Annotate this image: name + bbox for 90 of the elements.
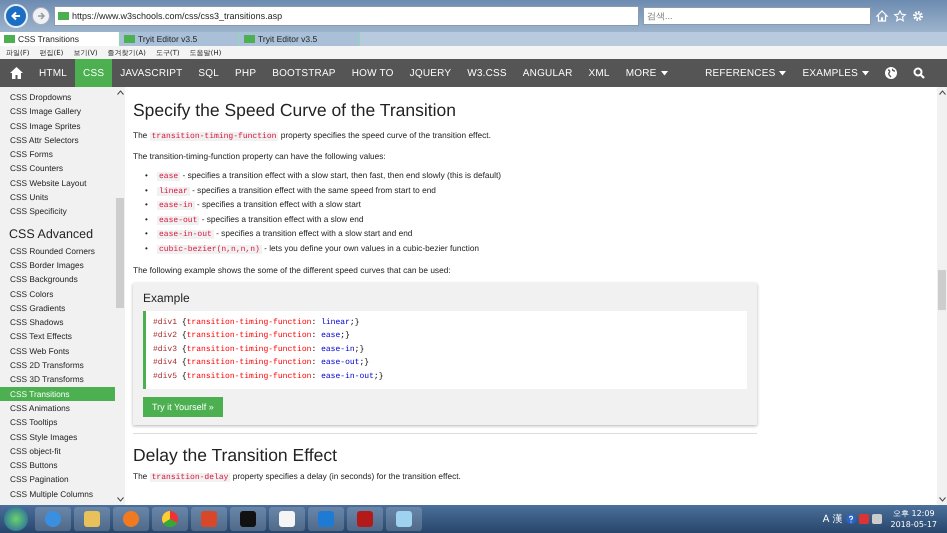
sidebar-link[interactable]: CSS Shadows	[0, 315, 115, 330]
site-icon	[244, 35, 255, 43]
sidebar-link[interactable]: CSS 3D Transforms	[0, 372, 115, 387]
nav-link[interactable]: HOW TO	[344, 59, 402, 87]
caret-icon	[660, 70, 668, 76]
nav-link[interactable]: SQL	[190, 59, 228, 87]
example-title: Example	[143, 290, 191, 305]
paragraph: The transition-timing-function property specifies the speed curve of the transition effect.	[133, 129, 492, 143]
scrollbar[interactable]	[937, 87, 947, 505]
browser-tab[interactable]: Tryit Editor v3.5	[120, 32, 240, 46]
nav-link[interactable]: JQUERY	[402, 59, 460, 87]
list-item: • linear - specifies a transition effect with the same speed from start to end	[145, 184, 437, 198]
star-icon[interactable]	[893, 10, 907, 22]
section-title: Specify the Speed Curve of the Transition	[133, 99, 457, 121]
caret-icon	[779, 70, 786, 76]
sidebar-link[interactable]: CSS Counters	[0, 161, 115, 176]
sidebar-link[interactable]: CSS Pagination	[0, 472, 115, 487]
nav-link[interactable]: REFERENCES	[697, 59, 794, 87]
code-line: #div3 {transition-timing-function: ease-in;}	[153, 344, 366, 356]
sidebar-link[interactable]: CSS Colors	[0, 286, 115, 301]
sidebar-link[interactable]: CSS Gradients	[0, 300, 115, 316]
sidebar-link[interactable]: CSS Rounded Corners	[0, 244, 115, 258]
section-title: Delay the Transition Effect	[133, 444, 338, 466]
browser-tab[interactable]: Tryit Editor v3.5	[240, 32, 360, 46]
home-icon[interactable]	[10, 67, 23, 79]
sidebar-link[interactable]: CSS Image Gallery	[0, 104, 115, 119]
sidebar-link[interactable]: CSS Text Effects	[0, 329, 115, 344]
sidebar-link[interactable]: CSS Animations	[0, 400, 115, 416]
clock[interactable]: 오후 12:09 2018-05-17	[884, 508, 943, 530]
sidebar-link[interactable]: CSS Backgrounds	[0, 272, 115, 287]
nav-link[interactable]: ANGULAR	[514, 59, 581, 87]
nav-link[interactable]: HTML	[31, 59, 76, 87]
list-item: • ease - specifies a transition effect with a slow start, then fast, then end slowly (this is default)	[145, 169, 502, 183]
sidebar-link[interactable]: CSS Specificity	[0, 204, 115, 219]
globe-icon[interactable]	[885, 67, 897, 79]
list-item: • cubic-bezier(n,n,n,n) - lets you define your own values in a cubic-bezier function	[145, 242, 480, 256]
list-item: • ease-in-out - specifies a transition effect with a slow start and end	[145, 227, 414, 242]
scrollbar-thumb[interactable]	[116, 198, 124, 308]
code-line: #div1 {transition-timing-function: linear;}	[153, 316, 360, 329]
list-item: • ease-in - specifies a transition effect with a slow start	[145, 198, 362, 212]
sidebar-link[interactable]: CSS Image Sprites	[0, 118, 115, 133]
address-field[interactable]: https://www.w3schools.com/css/css3_transitions.asp	[54, 6, 639, 26]
scrollbar-thumb[interactable]	[938, 270, 946, 310]
code-line: #div4 {transition-timing-function: ease-out;}	[153, 357, 370, 370]
forward-button[interactable]	[32, 7, 50, 25]
search-field[interactable]: 검색...	[643, 7, 871, 25]
nav-link[interactable]: BOOTSTRAP	[264, 59, 344, 87]
nav-link[interactable]: XML	[580, 59, 618, 87]
code-line: #div5 {transition-timing-function: ease-in-out;}	[153, 370, 384, 383]
site-icon	[4, 35, 15, 43]
search-icon[interactable]	[913, 67, 925, 79]
nav-link[interactable]: MORE	[618, 59, 676, 87]
sidebar-link[interactable]: CSS Border Images	[0, 258, 115, 272]
nav-link[interactable]: EXAMPLES	[794, 59, 877, 87]
sidebar-link[interactable]: CSS Web Fonts	[0, 344, 115, 358]
back-button[interactable]	[4, 4, 28, 28]
list-item: • ease-out - specifies a transition effect with a slow end	[145, 212, 364, 227]
forward-arrow-icon	[36, 11, 46, 21]
sidebar-heading: CSS Advanced	[8, 226, 94, 243]
sidebar-link[interactable]: CSS object-fit	[0, 444, 115, 458]
clock-time: 오후 12:09	[892, 508, 935, 519]
clock-date: 2018-05-17	[890, 519, 937, 530]
help-icon[interactable]	[846, 514, 856, 524]
input-method-indicator[interactable]: 漢	[832, 512, 842, 526]
scrollbar[interactable]	[115, 87, 125, 505]
caret-icon	[862, 70, 869, 76]
sidebar-link[interactable]: CSS Attr Selectors	[0, 132, 115, 148]
settings-icon[interactable]	[911, 10, 925, 22]
sidebar-link[interactable]: CSS Units	[0, 190, 115, 204]
nav-link[interactable]: JAVASCRIPT	[112, 59, 190, 87]
back-arrow-icon	[10, 10, 22, 22]
site-icon	[124, 35, 135, 43]
browser-tab[interactable]: CSS Transitions	[0, 32, 120, 46]
sidebar-link[interactable]: CSS Dropdowns	[0, 90, 115, 104]
sidebar-link[interactable]: CSS Multiple Columns	[0, 486, 115, 502]
nav-link[interactable]: PHP	[227, 59, 264, 87]
code-line: #div2 {transition-timing-function: ease;}	[153, 330, 351, 342]
start-button[interactable]	[4, 507, 28, 531]
paragraph: The following example shows the some of the different speed curves that can be used:	[133, 264, 452, 276]
sidebar-link[interactable]: CSS Tooltips	[0, 415, 115, 430]
paragraph: The transition-delay property specifies a delay (in seconds) for the transition effect.	[133, 470, 462, 484]
sidebar-link[interactable]: CSS 2D Transforms	[0, 358, 115, 372]
paragraph: The transition-timing-function property can have the following values:	[133, 150, 387, 162]
sidebar-link[interactable]: CSS Style Images	[0, 430, 115, 444]
sidebar-link[interactable]: CSS Buttons	[0, 458, 115, 472]
site-icon	[58, 12, 69, 20]
input-method-indicator[interactable]: A	[822, 514, 830, 524]
sidebar-link[interactable]: CSS Forms	[0, 147, 115, 162]
sidebar-link[interactable]: CSS Website Layout	[0, 176, 115, 190]
nav-link[interactable]: W3.CSS	[459, 59, 515, 87]
